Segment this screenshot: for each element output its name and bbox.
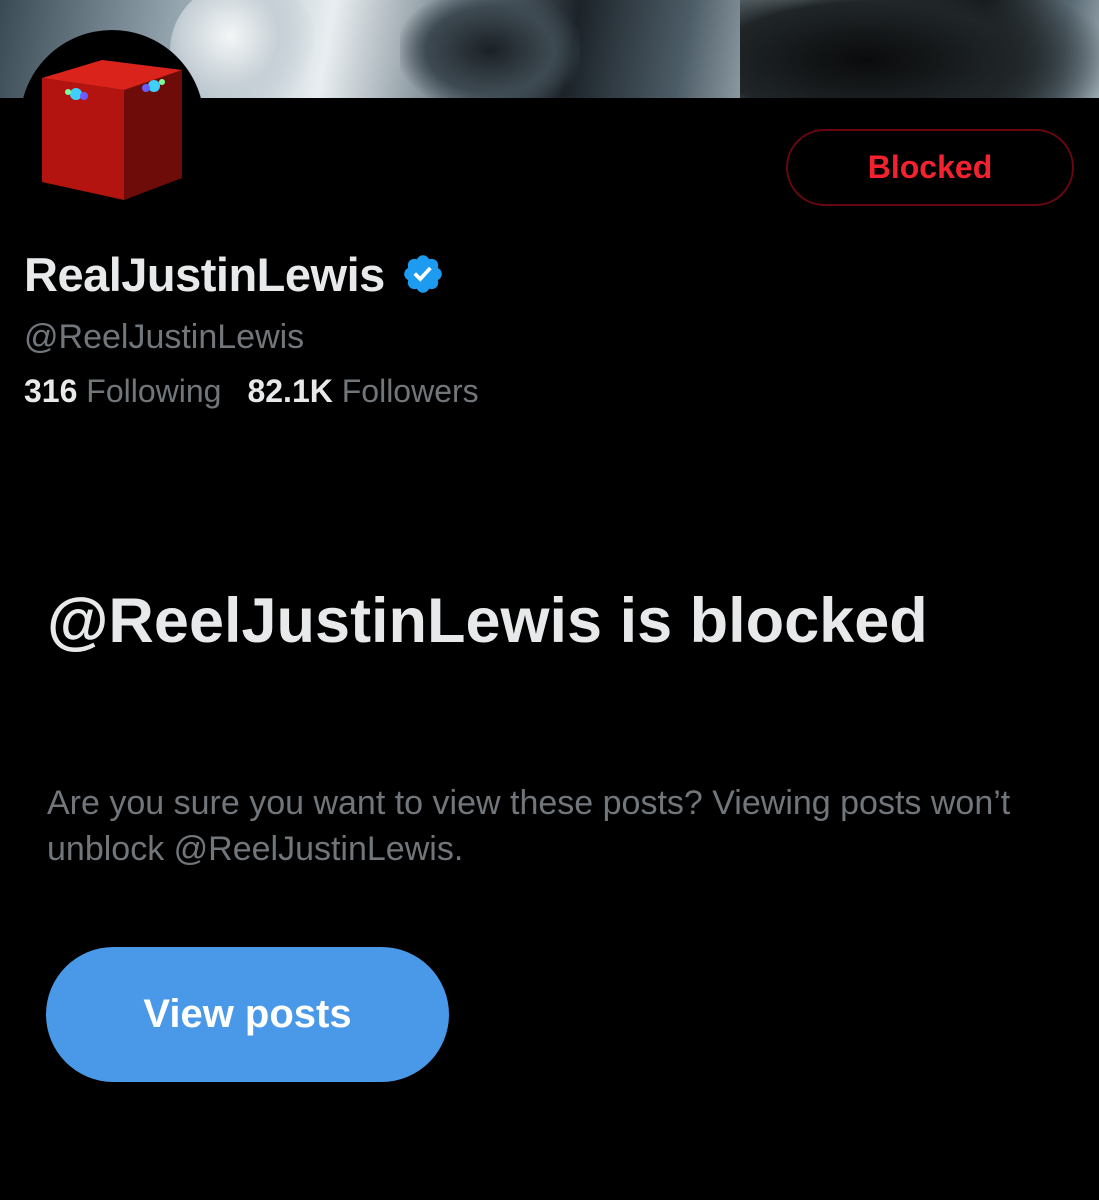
banner-image-region	[740, 0, 1099, 98]
blocked-button[interactable]: Blocked	[786, 129, 1074, 206]
blocked-notice-title: @ReelJustinLewis is blocked	[47, 586, 928, 656]
profile-handle: @ReelJustinLewis	[24, 318, 305, 356]
blocked-notice-description: Are you sure you want to view these post…	[47, 784, 1011, 868]
verified-badge-icon[interactable]	[401, 252, 445, 296]
view-posts-button[interactable]: View posts	[46, 947, 449, 1082]
red-cube-avatar-icon	[42, 60, 182, 200]
avatar[interactable]	[20, 30, 204, 214]
banner-image-region	[400, 0, 580, 98]
followers-count: 82.1K	[247, 373, 333, 409]
followers-label: Followers	[341, 373, 479, 409]
display-name: RealJustinLewis	[24, 247, 385, 301]
followers-link[interactable]: 82.1K Followers	[247, 373, 478, 410]
follow-stats: 316 Following 82.1K Followers	[24, 373, 479, 410]
following-count: 316	[24, 373, 78, 409]
following-link[interactable]: 316 Following	[24, 373, 221, 410]
display-name-row: RealJustinLewis	[24, 244, 445, 304]
following-label: Following	[86, 373, 222, 409]
